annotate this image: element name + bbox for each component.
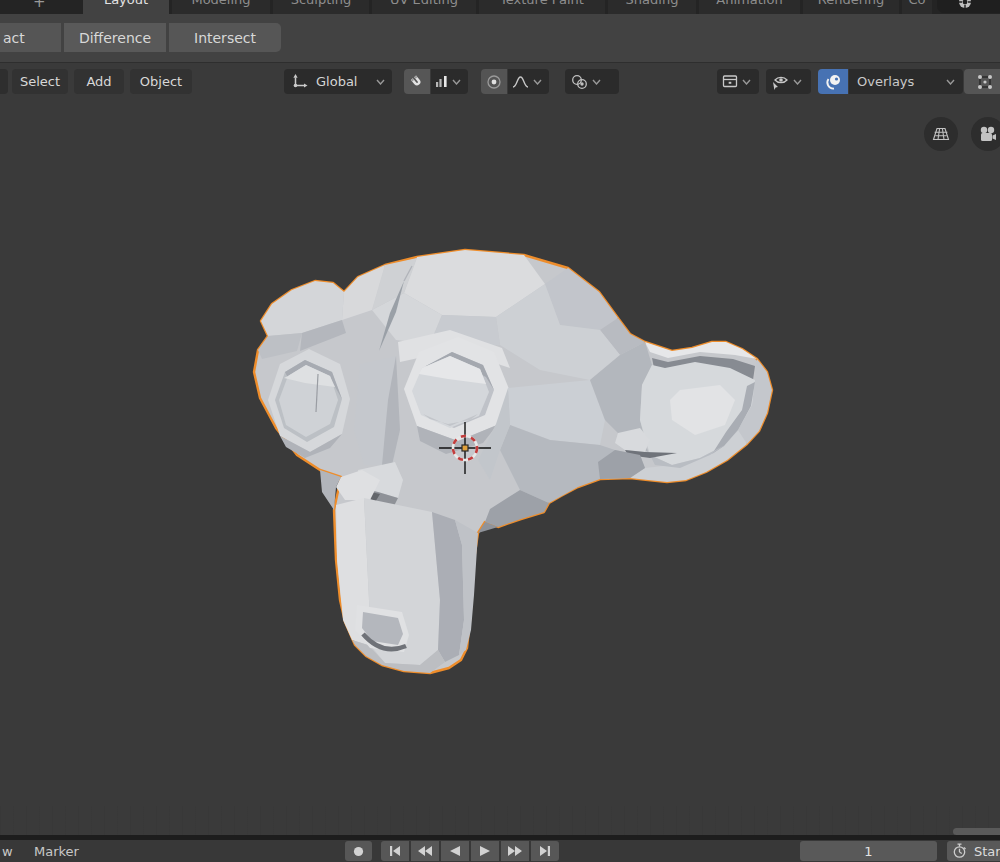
chevron-down-icon	[592, 79, 601, 85]
toggle-camera-button[interactable]	[971, 117, 1000, 151]
scene-selector-partial[interactable]	[937, 0, 1000, 13]
play-button[interactable]	[471, 841, 499, 861]
jump-to-start-button[interactable]	[381, 841, 409, 861]
view-menu-partial[interactable]: w	[2, 840, 13, 862]
editor-type-button-partial[interactable]	[0, 69, 8, 94]
jump-to-end-button[interactable]	[531, 841, 559, 861]
play-icon	[480, 846, 490, 856]
tab-layout[interactable]: Layout	[83, 0, 169, 14]
smooth-falloff-icon	[512, 75, 529, 89]
pivot-point-icon	[571, 74, 588, 90]
orientation-label: Global	[316, 74, 357, 89]
overlay-eye-icon	[771, 74, 789, 90]
magnet-icon	[409, 74, 425, 90]
overlays-toggle-button[interactable]	[818, 69, 848, 94]
rotate-icon	[957, 0, 973, 10]
boolean-operation-row: act Difference Intersect	[0, 14, 1000, 62]
camera-icon	[978, 124, 998, 144]
rewind-icon	[418, 846, 432, 856]
grid-icon	[931, 124, 951, 144]
proportional-falloff-dropdown[interactable]	[508, 69, 549, 94]
object-menu[interactable]: Object	[130, 69, 192, 94]
stopwatch-icon	[952, 843, 967, 859]
tab-rendering[interactable]: Rendering	[803, 0, 899, 14]
fast-forward-button[interactable]	[501, 841, 529, 861]
snap-toggle-button[interactable]	[404, 69, 430, 94]
overlays-dropdown[interactable]: Overlays	[849, 69, 963, 94]
snap-target-dropdown[interactable]	[431, 69, 468, 94]
timeline-ticks	[0, 806, 1000, 835]
viewport-3d[interactable]	[0, 98, 1000, 835]
xray-gizmo-button-partial[interactable]	[964, 69, 1000, 94]
tab-sculpting[interactable]: Sculpting	[273, 0, 369, 14]
transform-gizmo-icon	[976, 73, 994, 91]
tab-shading[interactable]: Shading	[608, 0, 696, 14]
chevron-down-icon	[376, 79, 385, 85]
gizmos-dropdown[interactable]	[717, 69, 759, 94]
blender-window: + Layout Modeling Sculpting UV Editing T…	[0, 0, 1000, 862]
fast-forward-icon	[508, 846, 522, 856]
proportional-editing-icon	[486, 74, 502, 90]
boolean-difference-button[interactable]: Difference	[64, 23, 166, 52]
overlays-label: Overlays	[857, 74, 914, 89]
tab-uv-editing[interactable]: UV Editing	[372, 0, 476, 14]
tab-animation[interactable]: Animation	[699, 0, 800, 14]
timeline-scrollbar[interactable]	[953, 828, 1000, 835]
start-frame-field-partial[interactable]: Start	[947, 841, 1000, 861]
record-icon	[353, 846, 364, 857]
rewind-button[interactable]	[411, 841, 439, 861]
chevron-down-icon	[452, 79, 461, 85]
tab-texture-paint[interactable]: Texture Paint	[479, 0, 605, 14]
viewport-header: Select Add Object Global	[0, 62, 1000, 98]
add-workspace-partial[interactable]: +	[33, 0, 46, 11]
select-menu[interactable]: Select	[12, 69, 68, 94]
suzanne-mesh-object[interactable]	[240, 240, 780, 690]
overlays-sphere-icon	[825, 73, 842, 90]
play-reverse-icon	[450, 846, 460, 856]
current-frame-field[interactable]: 1	[800, 841, 937, 861]
jump-start-icon	[389, 846, 401, 856]
add-menu[interactable]: Add	[74, 69, 124, 94]
toggle-grid-button[interactable]	[924, 117, 958, 151]
timeline-header: w Marker 1 Star	[0, 840, 1000, 862]
record-button[interactable]	[345, 841, 372, 861]
boolean-exact-button-partial[interactable]: act	[0, 23, 61, 52]
boolean-intersect-button[interactable]: Intersect	[169, 23, 281, 52]
chevron-down-icon	[946, 79, 955, 85]
chevron-down-icon	[793, 79, 802, 85]
snap-increment-icon	[435, 75, 448, 88]
show-overlays-dropdown[interactable]	[766, 69, 811, 94]
jump-end-icon	[539, 846, 551, 856]
workspace-tabbar: + Layout Modeling Sculpting UV Editing T…	[0, 0, 1000, 14]
pivot-point-dropdown[interactable]	[565, 69, 619, 94]
orientation-axes-icon	[291, 73, 308, 90]
transform-orientation-dropdown[interactable]: Global	[284, 69, 392, 94]
tab-modeling[interactable]: Modeling	[172, 0, 270, 14]
gizmo-icon	[722, 74, 738, 89]
cursor-3d	[437, 420, 493, 476]
chevron-down-icon	[533, 79, 542, 85]
marker-menu[interactable]: Marker	[34, 840, 79, 862]
proportional-editing-toggle[interactable]	[481, 69, 507, 94]
play-reverse-button[interactable]	[441, 841, 469, 861]
tab-compositing-partial[interactable]: Co	[902, 0, 932, 14]
chevron-down-icon	[742, 79, 751, 85]
